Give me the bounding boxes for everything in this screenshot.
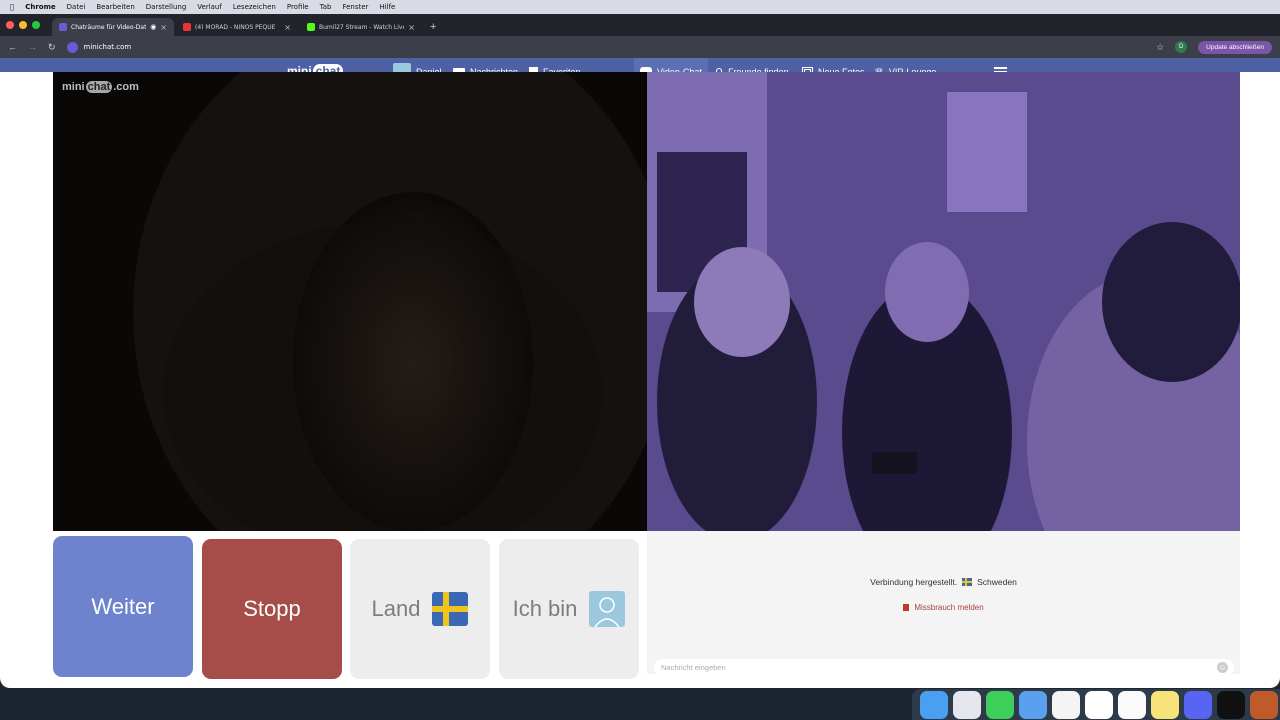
star-icon[interactable]: ☆ [1156,42,1164,53]
message-input[interactable]: Nachricht eingeben ☺ [654,659,1234,676]
url-field[interactable]: minichat.com [66,41,1146,53]
menu-item[interactable]: Profile [287,3,309,11]
next-button[interactable]: Weiter [53,536,193,677]
user-avatar-icon [589,591,626,627]
tab-bar: Chaträume für Video-Datin ◉ × (4) MORAD … [0,14,1280,36]
apple-icon[interactable]:  [10,3,14,11]
mail-app-icon[interactable] [1019,690,1047,719]
sweden-flag-icon [962,578,973,586]
message-placeholder: Nachricht eingeben [661,663,726,672]
forward-icon[interactable]: → [28,42,37,52]
watermark-text: mini [62,81,85,93]
sweden-flag-icon [432,592,469,626]
menu-app[interactable]: Chrome [25,3,55,11]
menu-item[interactable]: Bearbeiten [96,3,134,11]
gender-button[interactable]: Ich bin [499,539,639,679]
flag-icon [903,604,910,611]
menu-item[interactable]: Hilfe [379,3,395,11]
url-text: minichat.com [83,43,132,51]
chat-info-panel: Verbindung hergestellt. Schweden Missbra… [647,531,1240,676]
self-video-image [647,72,1240,531]
minimize-window-icon[interactable] [19,21,27,29]
maximize-window-icon[interactable] [32,21,40,29]
stop-button-label: Stopp [243,596,301,621]
menu-item[interactable]: Datei [67,3,86,11]
close-window-icon[interactable] [6,21,14,29]
menu-item[interactable]: Verlauf [197,3,222,11]
messages-icon[interactable] [986,690,1014,719]
browser-tab[interactable]: Bumil27 Stream - Watch Live × [300,18,422,36]
notes-icon[interactable] [1151,690,1179,719]
firefox-icon[interactable] [1250,690,1278,719]
discord-icon[interactable] [1184,690,1212,719]
close-tab-icon[interactable]: × [160,23,167,32]
finder-icon[interactable] [920,690,948,719]
close-tab-icon[interactable]: × [284,23,291,32]
partner-video: mini chat .com [53,72,647,531]
connection-status: Verbindung hergestellt. Schweden [647,577,1240,587]
new-tab-icon[interactable]: + [430,21,436,33]
close-tab-icon[interactable]: × [408,23,415,32]
site-icon [66,41,78,53]
watermark-suffix: .com [113,81,139,93]
menu-item[interactable]: Fenster [342,3,368,11]
window-controls [6,14,40,36]
speaker-icon[interactable]: ◉ [150,23,156,31]
stop-button[interactable]: Stopp [202,539,342,679]
report-label: Missbrauch melden [914,603,984,612]
update-button[interactable]: Update abschließen [1198,40,1272,54]
photos-icon[interactable] [1052,690,1080,719]
mac-menubar:  Chrome Datei Bearbeiten Darstellung Ve… [0,0,1280,14]
next-button-label: Weiter [91,593,155,619]
country-button[interactable]: Land [350,539,490,679]
smiley-icon[interactable]: ☺ [1217,662,1228,673]
country-name: Schweden [977,577,1017,587]
address-bar: ← → ↻ minichat.com ☆ D Update abschließe… [0,36,1280,58]
reminders-icon[interactable] [1118,690,1146,719]
watermark-logo: mini chat .com [62,81,139,93]
tab-favicon-icon [183,23,191,31]
tab-favicon-icon [307,23,315,31]
self-video [647,72,1240,531]
chat-content: mini chat .com Weiter Stopp Land Ich bin [0,72,1280,679]
mac-dock [912,689,1280,720]
watermark-bubble: chat [85,81,113,93]
tab-title: Chaträume für Video-Datin [71,23,147,31]
launchpad-icon[interactable] [953,690,981,719]
tab-favicon-icon [59,23,67,31]
back-icon[interactable]: ← [8,42,17,52]
country-button-label: Land [371,596,421,621]
reload-icon[interactable]: ↻ [48,42,56,53]
status-text: Verbindung hergestellt. [870,577,958,587]
profile-avatar[interactable]: D [1175,41,1188,53]
gender-button-label: Ich bin [512,596,578,621]
partner-video-image [53,72,647,531]
menu-item[interactable]: Tab [320,3,332,11]
tab-title: Bumil27 Stream - Watch Live [319,23,405,31]
browser-tab[interactable]: Chaträume für Video-Datin ◉ × [52,18,174,36]
menu-item[interactable]: Lesezeichen [233,3,276,11]
appletv-icon[interactable] [1217,690,1245,719]
tab-title: (4) MORAD - NIÑOS PEQUE [195,23,276,31]
report-abuse-link[interactable]: Missbrauch melden [647,603,1240,612]
browser-tab[interactable]: (4) MORAD - NIÑOS PEQUE × [176,18,298,36]
menu-item[interactable]: Darstellung [146,3,186,11]
calendar-icon[interactable] [1085,690,1113,719]
